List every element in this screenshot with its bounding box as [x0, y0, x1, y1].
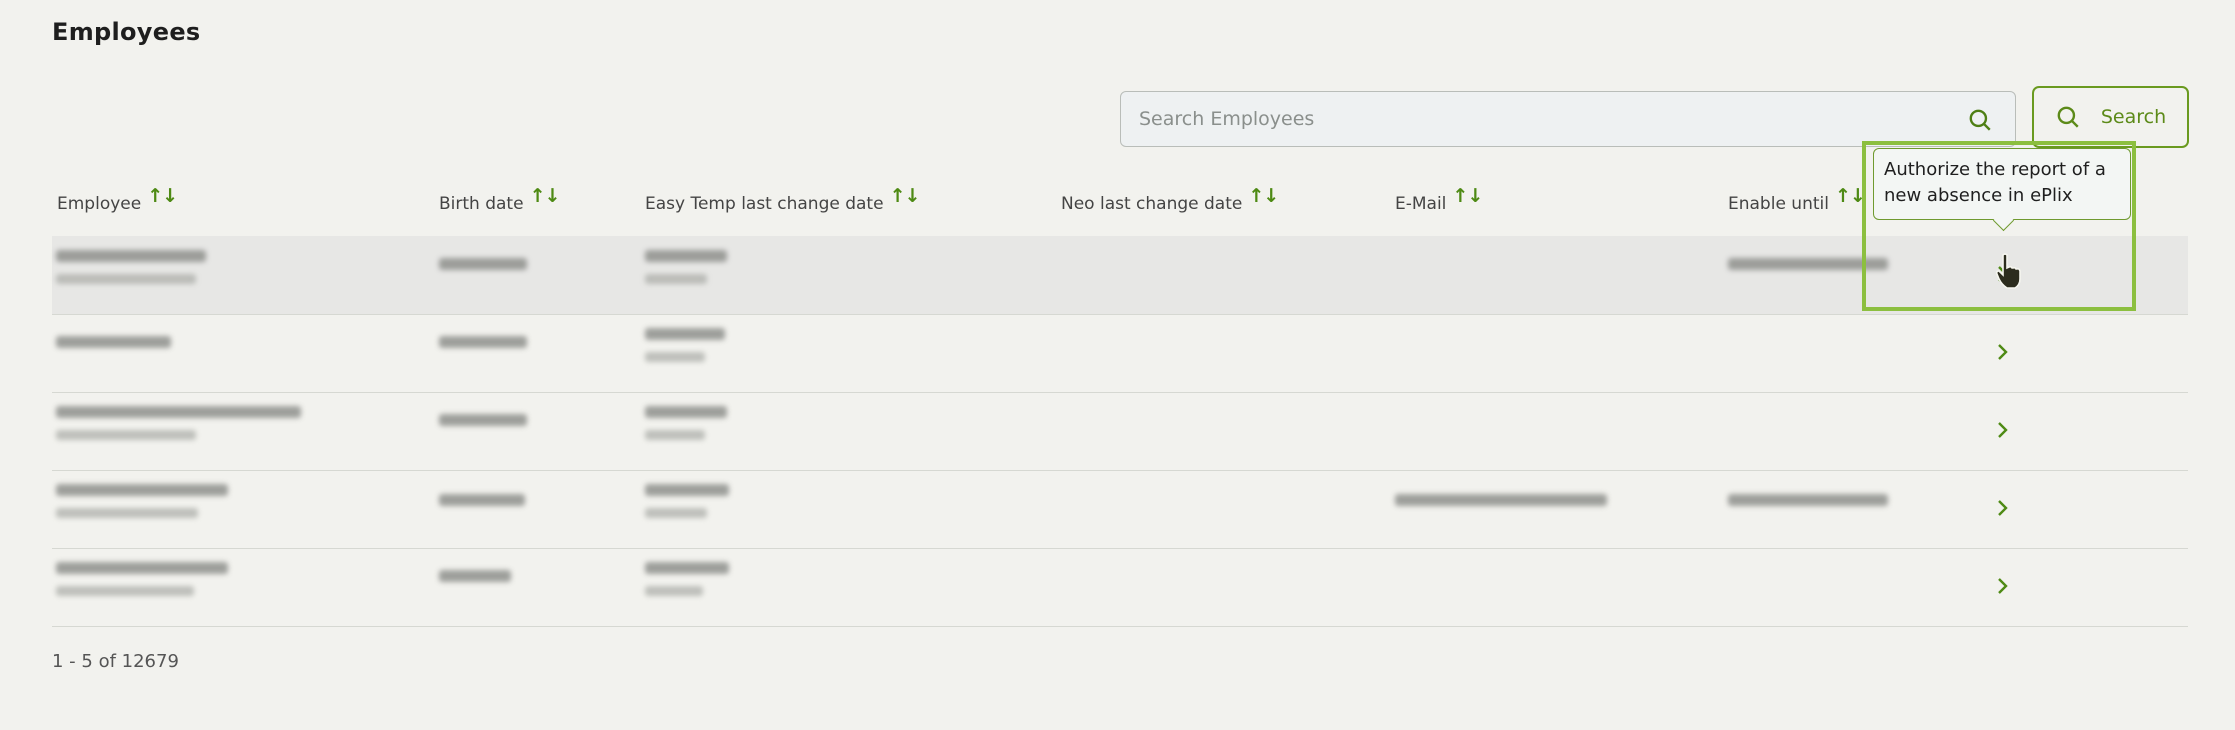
chevron-right-icon[interactable] [1990, 340, 2014, 364]
column-header-email[interactable]: E-Mail ↑↓ [1395, 185, 1483, 214]
table-row[interactable] [52, 548, 2188, 627]
birth-date-redacted [439, 336, 527, 348]
column-header-easytemp-date[interactable]: Easy Temp last change date ↑↓ [645, 185, 920, 214]
sort-arrows-icon[interactable]: ↑↓ [1248, 185, 1279, 207]
birth-date-redacted [439, 570, 511, 582]
birth-date-redacted [439, 414, 527, 426]
column-header-enable-until[interactable]: Enable until ↑↓ [1728, 185, 1866, 214]
easytemp-date-redacted [645, 328, 725, 340]
enable-until-redacted [1728, 494, 1888, 506]
column-header-birth-date[interactable]: Birth date ↑↓ [439, 185, 560, 214]
search-button-label: Search [2100, 106, 2167, 128]
birth-date-redacted [439, 494, 525, 506]
employee-number-redacted [56, 508, 198, 518]
employee-name-redacted [56, 336, 171, 348]
easytemp-date-redacted [645, 562, 729, 574]
sort-arrows-icon[interactable]: ↑↓ [147, 185, 178, 207]
pagination-summary: 1 - 5 of 12679 [52, 651, 179, 672]
chevron-right-icon[interactable] [1990, 496, 2014, 520]
easytemp-user-redacted [645, 586, 703, 596]
tooltip: Authorize the report of a new absence in… [1873, 148, 2131, 220]
employee-name-redacted [56, 562, 228, 574]
table-row[interactable] [52, 392, 2188, 471]
table-row[interactable] [52, 314, 2188, 393]
column-header-neo-date[interactable]: Neo last change date ↑↓ [1061, 185, 1279, 214]
easytemp-user-redacted [645, 352, 705, 362]
search-icon [2057, 106, 2079, 128]
easytemp-date-redacted [645, 484, 729, 496]
easytemp-user-redacted [645, 508, 707, 518]
birth-date-redacted [439, 258, 527, 270]
easytemp-user-redacted [645, 430, 705, 440]
employee-name-redacted [56, 484, 228, 496]
easytemp-date-redacted [645, 406, 727, 418]
hand-pointer-cursor [1995, 253, 2021, 289]
employee-name-redacted [56, 250, 206, 262]
email-redacted [1395, 494, 1607, 506]
employee-number-redacted [56, 274, 196, 284]
employee-number-redacted [56, 430, 196, 440]
easytemp-user-redacted [645, 274, 707, 284]
search-button[interactable]: Search [2032, 86, 2189, 148]
table-row[interactable] [52, 470, 2188, 549]
sort-arrows-icon[interactable]: ↑↓ [1835, 185, 1866, 207]
search-icon[interactable] [1967, 107, 1993, 133]
page-title: Employees [52, 18, 201, 46]
employee-name-redacted [56, 406, 301, 418]
sort-arrows-icon[interactable]: ↑↓ [530, 185, 561, 207]
search-box[interactable] [1120, 91, 2016, 147]
sort-arrows-icon[interactable]: ↑↓ [1452, 185, 1483, 207]
column-header-employee[interactable]: Employee ↑↓ [57, 185, 178, 214]
chevron-right-icon[interactable] [1990, 418, 2014, 442]
sort-arrows-icon[interactable]: ↑↓ [890, 185, 921, 207]
search-input[interactable] [1121, 92, 1941, 146]
employee-number-redacted [56, 586, 194, 596]
chevron-right-icon[interactable] [1990, 574, 2014, 598]
easytemp-date-redacted [645, 250, 727, 262]
